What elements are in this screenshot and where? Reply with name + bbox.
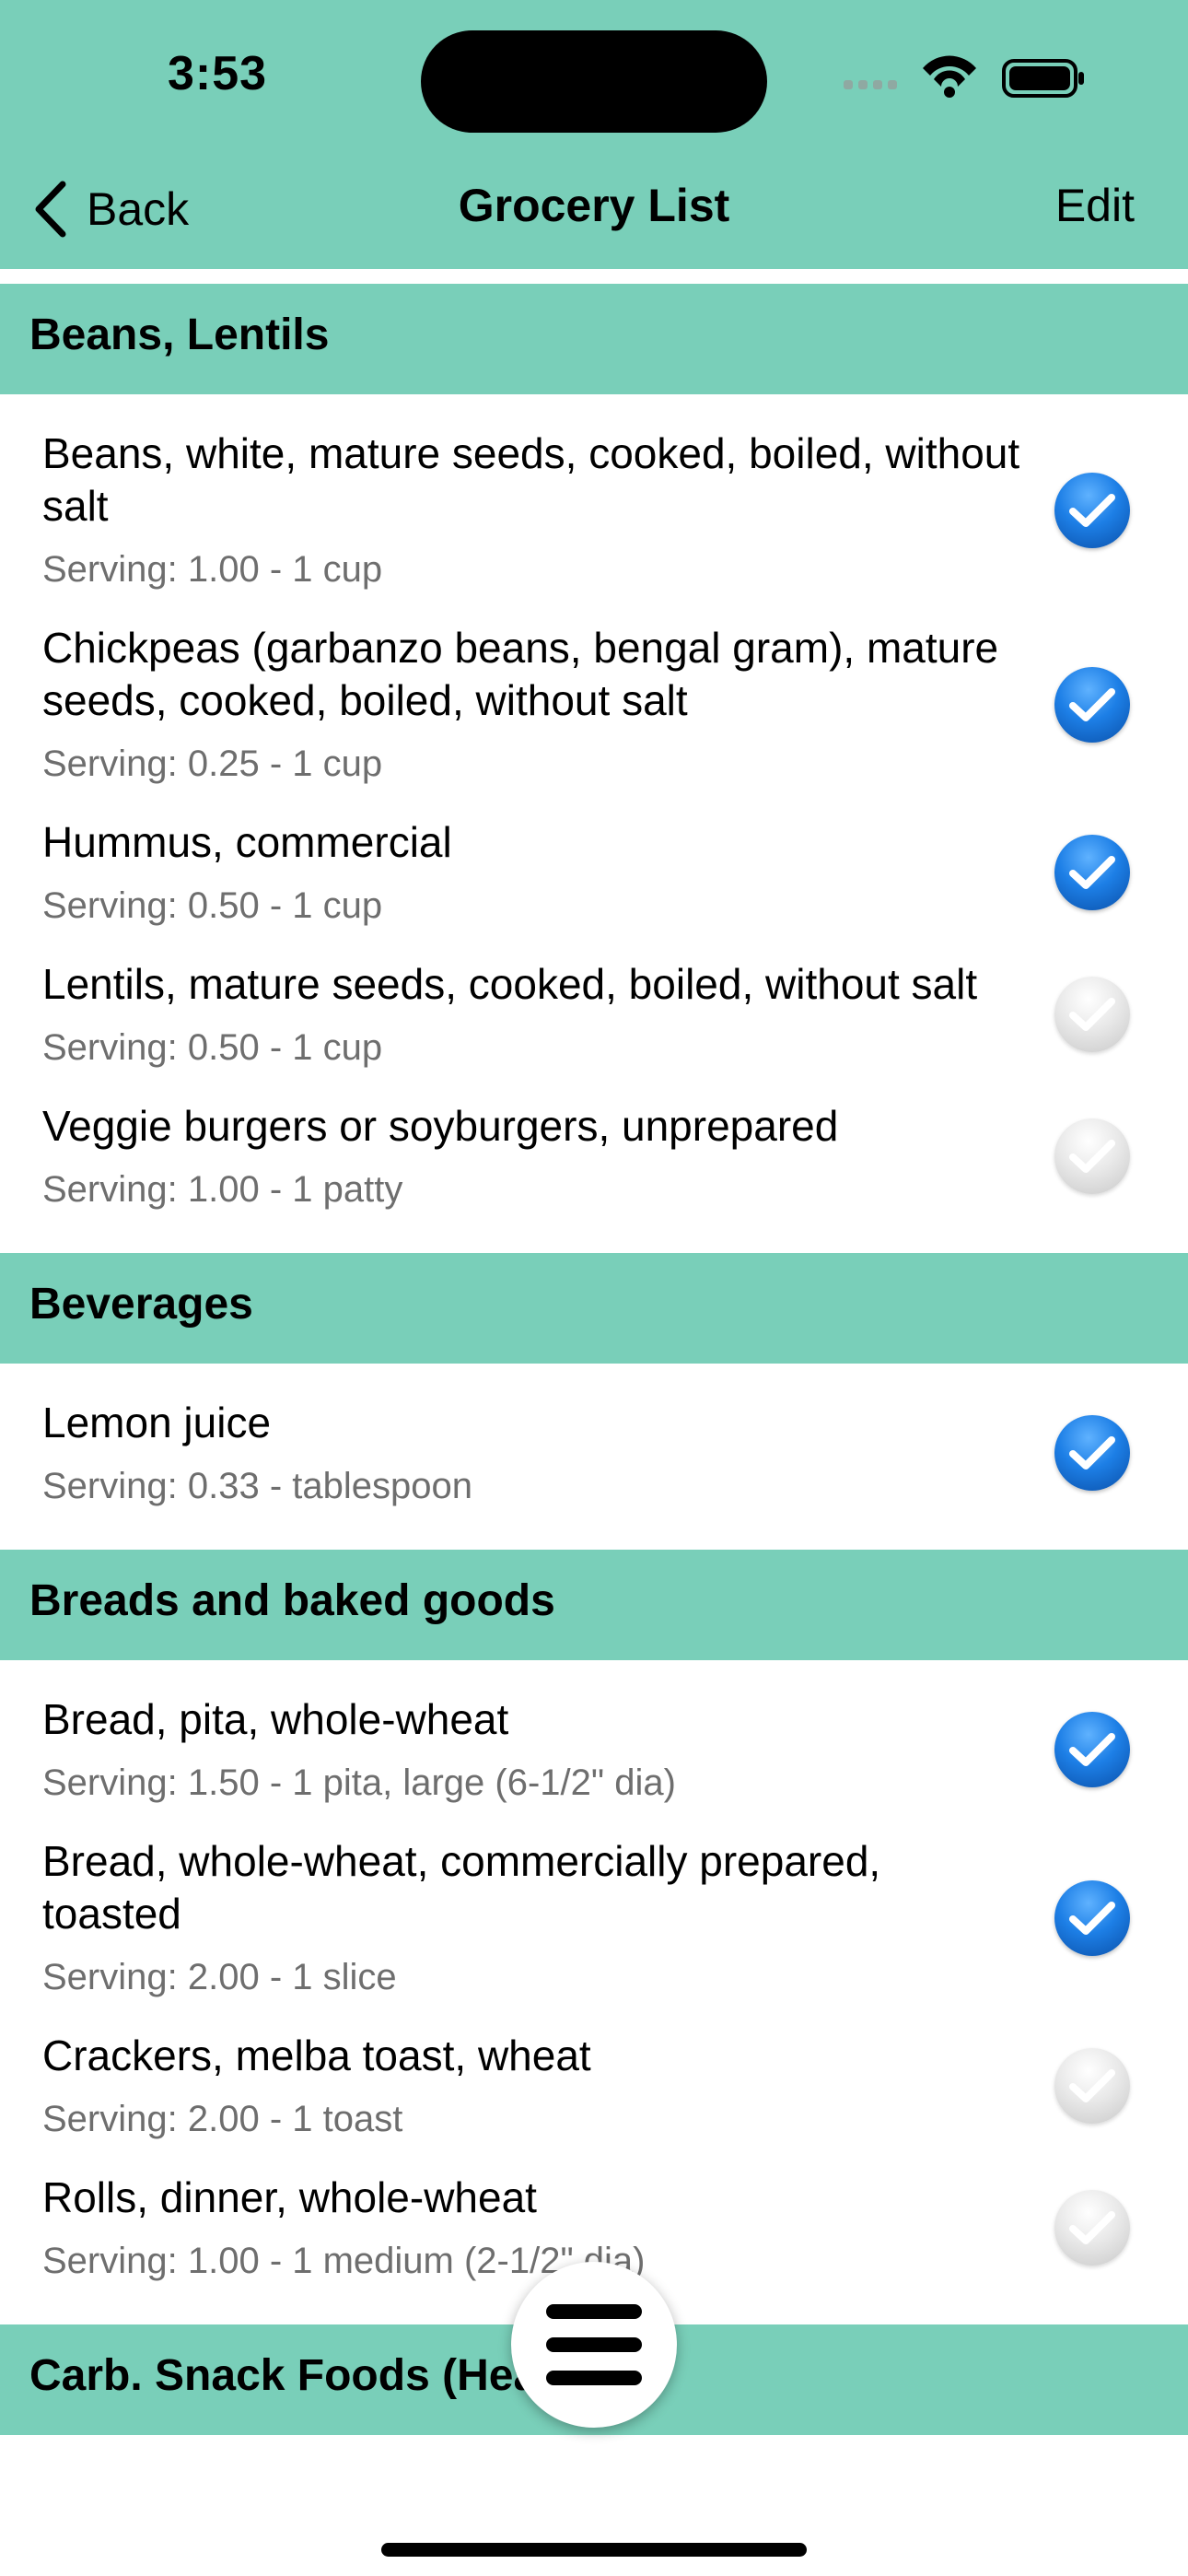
hamburger-menu-icon bbox=[546, 2304, 642, 2385]
item-serving: Serving: 2.00 - 1 toast bbox=[42, 2099, 403, 2139]
grocery-item-row[interactable]: Beans, white, mature seeds, cooked, boil… bbox=[0, 427, 1188, 592]
item-serving: Serving: 1.00 - 1 medium (2-1/2" dia) bbox=[42, 2241, 646, 2281]
item-name: Hummus, commercial bbox=[42, 818, 452, 866]
item-serving: Serving: 1.00 - 1 cup bbox=[42, 549, 383, 590]
section-header: Beans, Lentils bbox=[0, 284, 1188, 394]
section-title: Beans, Lentils bbox=[29, 310, 330, 359]
item-name: Rolls, dinner, whole-wheat bbox=[42, 2173, 537, 2221]
checkmark-circle-icon[interactable] bbox=[1054, 472, 1130, 548]
item-serving: Serving: 1.00 - 1 patty bbox=[42, 1169, 403, 1210]
grocery-item-row[interactable]: Chickpeas (garbanzo beans, bengal gram),… bbox=[0, 622, 1188, 787]
checkmark-circle-icon[interactable] bbox=[1054, 835, 1130, 910]
grocery-item-row[interactable]: Lemon juice Serving: 0.33 - tablespoon bbox=[0, 1397, 1188, 1509]
item-serving: Serving: 1.50 - 1 pita, large (6-1/2" di… bbox=[42, 1762, 676, 1803]
item-name: Beans, white, mature seeds, cooked, boil… bbox=[42, 429, 1020, 530]
item-name: Chickpeas (garbanzo beans, bengal gram),… bbox=[42, 624, 999, 724]
checkmark-circle-icon[interactable] bbox=[1054, 1118, 1130, 1194]
section-items: Bread, pita, whole-wheat Serving: 1.50 - … bbox=[0, 1660, 1188, 2324]
section-items: Lemon juice Serving: 0.33 - tablespoon bbox=[0, 1364, 1188, 1550]
dynamic-island bbox=[421, 30, 767, 133]
checkmark-circle-icon[interactable] bbox=[1054, 1712, 1130, 1787]
item-serving: Serving: 2.00 - 1 slice bbox=[42, 1957, 397, 1997]
item-serving: Serving: 0.25 - 1 cup bbox=[42, 744, 383, 784]
grocery-item-row[interactable]: Lentils, mature seeds, cooked, boiled, w… bbox=[0, 958, 1188, 1071]
grocery-item-row[interactable]: Bread, pita, whole-wheat Serving: 1.50 - … bbox=[0, 1693, 1188, 1806]
grocery-item-row[interactable]: Veggie burgers or soyburgers, unprepared… bbox=[0, 1100, 1188, 1212]
section-header: Beverages bbox=[0, 1253, 1188, 1364]
checkmark-circle-icon[interactable] bbox=[1054, 2048, 1130, 2124]
grocery-item-row[interactable]: Bread, whole-wheat, commercially prepare… bbox=[0, 1835, 1188, 2000]
checkmark-circle-icon[interactable] bbox=[1054, 666, 1130, 743]
item-serving: Serving: 0.33 - tablespoon bbox=[42, 1466, 472, 1506]
wifi-icon bbox=[923, 55, 976, 98]
item-name: Veggie burgers or soyburgers, unprepared bbox=[42, 1102, 839, 1150]
section-items: Beans, white, mature seeds, cooked, boil… bbox=[0, 394, 1188, 1253]
edit-button[interactable]: Edit bbox=[1055, 179, 1135, 232]
grocery-item-row[interactable]: Hummus, commercial Serving: 0.50 - 1 cup bbox=[0, 816, 1188, 929]
grocery-item-row[interactable]: Crackers, melba toast, wheat Serving: 2.0… bbox=[0, 2030, 1188, 2142]
home-indicator bbox=[381, 2543, 807, 2557]
grocery-list: Beans, Lentils Beans, white, mature seeds… bbox=[0, 284, 1188, 2435]
battery-icon bbox=[1002, 59, 1084, 98]
checkmark-circle-icon[interactable] bbox=[1054, 1879, 1130, 1956]
status-time: 3:53 bbox=[168, 47, 268, 100]
item-name: Bread, pita, whole-wheat bbox=[42, 1695, 509, 1743]
checkmark-circle-icon[interactable] bbox=[1054, 1415, 1130, 1491]
navigation-header: 3:53 Back Grocery List Edit bbox=[0, 0, 1188, 269]
checkmark-circle-icon[interactable] bbox=[1054, 977, 1130, 1052]
menu-button[interactable] bbox=[511, 2262, 677, 2428]
item-name: Bread, whole-wheat, commercially prepare… bbox=[42, 1837, 881, 1938]
section-header: Breads and baked goods bbox=[0, 1550, 1188, 1660]
status-icons bbox=[844, 55, 1084, 98]
item-serving: Serving: 0.50 - 1 cup bbox=[42, 885, 383, 926]
section-title: Beverages bbox=[29, 1280, 253, 1329]
item-name: Lentils, mature seeds, cooked, boiled, w… bbox=[42, 960, 978, 1008]
item-name: Crackers, melba toast, wheat bbox=[42, 2032, 591, 2079]
section-title: Breads and baked goods bbox=[29, 1576, 555, 1625]
checkmark-circle-icon[interactable] bbox=[1054, 2190, 1130, 2266]
item-serving: Serving: 0.50 - 1 cup bbox=[42, 1027, 383, 1068]
item-name: Lemon juice bbox=[42, 1399, 272, 1446]
cellular-signal-icon bbox=[844, 80, 897, 89]
page-title: Grocery List bbox=[458, 180, 730, 231]
